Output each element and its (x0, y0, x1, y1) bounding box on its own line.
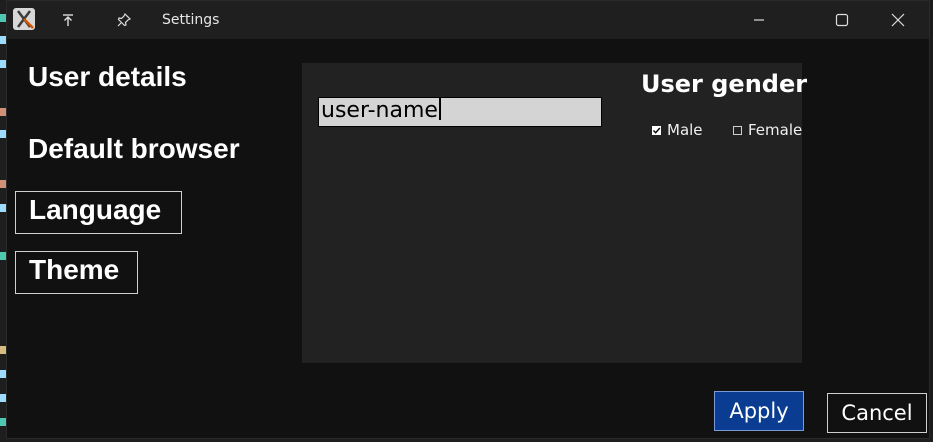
female-checkbox[interactable] (733, 125, 742, 135)
apply-button[interactable]: Apply (714, 391, 804, 431)
male-label: Male (667, 121, 703, 139)
cancel-button[interactable]: Cancel (827, 393, 927, 433)
minimize-icon[interactable] (736, 1, 782, 39)
window-title: Settings (162, 12, 220, 28)
gender-title: User gender (641, 70, 808, 98)
maximize-icon[interactable] (819, 1, 865, 39)
gender-option-female[interactable]: Female (733, 121, 802, 139)
username-input[interactable]: user-name (318, 97, 602, 127)
app-logo-icon (13, 8, 35, 30)
username-value: user-name (321, 98, 438, 123)
female-label: Female (748, 121, 803, 139)
male-checkbox[interactable] (652, 125, 661, 135)
pin-icon[interactable] (110, 6, 138, 34)
text-caret (438, 98, 441, 120)
nav-item-default-browser[interactable]: Default browser (28, 133, 240, 165)
settings-window: Settings User details Default browser La… (6, 0, 930, 439)
move-to-top-icon[interactable] (54, 6, 82, 34)
nav-item-theme[interactable]: Theme (15, 251, 138, 294)
gender-option-male[interactable]: Male (652, 121, 703, 139)
user-details-panel: user-name User gender Male Female (302, 63, 807, 363)
close-icon[interactable] (875, 1, 921, 39)
nav-item-user-details[interactable]: User details (28, 61, 187, 93)
nav-item-language[interactable]: Language (15, 191, 182, 234)
title-bar: Settings (7, 1, 929, 39)
